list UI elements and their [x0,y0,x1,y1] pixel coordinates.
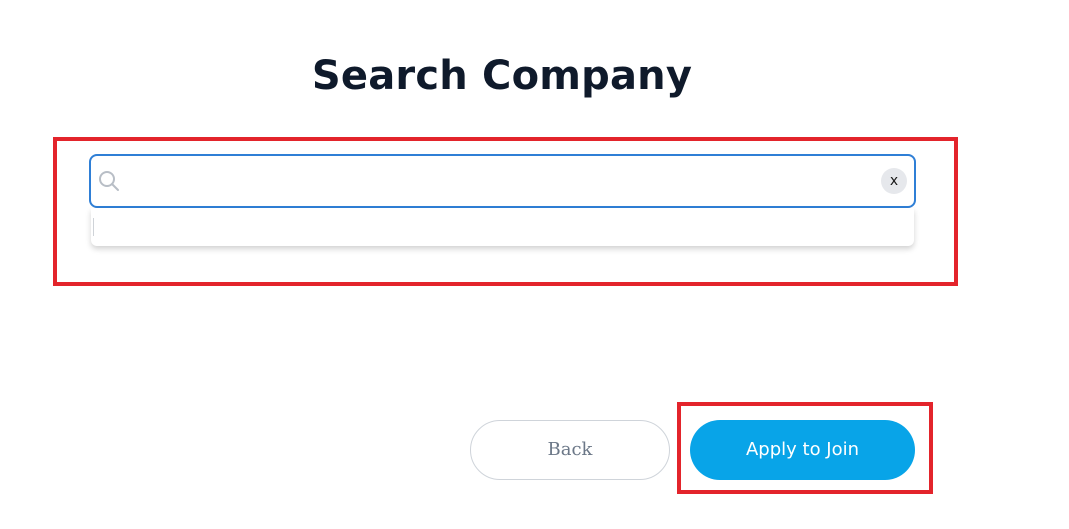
suggestion-item[interactable] [93,218,94,236]
search-icon [98,170,120,192]
apply-to-join-button[interactable]: Apply to Join [690,420,915,480]
company-search-input[interactable] [125,165,865,197]
back-button[interactable]: Back [470,420,670,480]
search-company-page: Search Company x Back Apply to Join [0,0,1069,529]
company-search-field[interactable]: x [89,154,916,208]
clear-search-button[interactable]: x [881,168,907,194]
page-title: Search Company [311,52,693,99]
search-suggestions-dropdown [91,208,914,246]
